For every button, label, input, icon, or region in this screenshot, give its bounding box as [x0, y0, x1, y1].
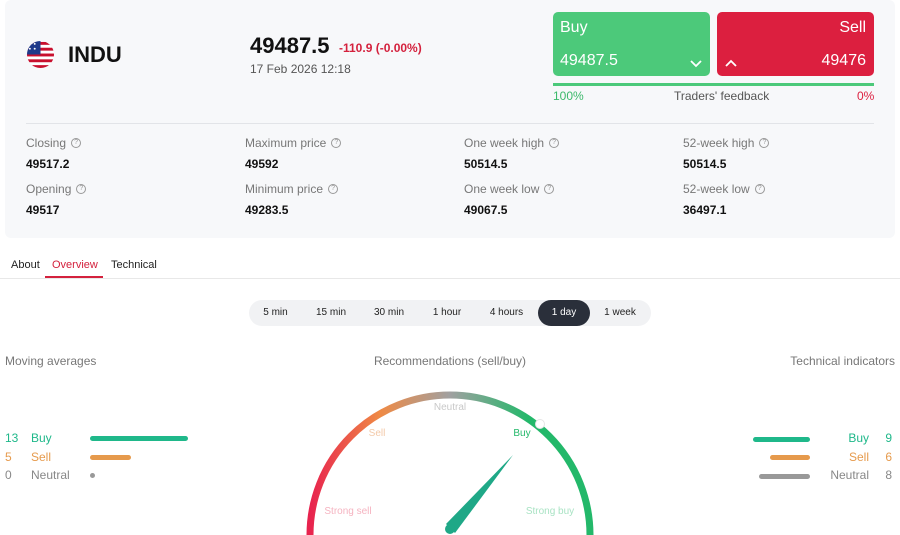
tab-about[interactable]: About [11, 259, 40, 271]
stat-value: 49283.5 [245, 203, 289, 217]
feedback-buy-percent: 100% [553, 89, 584, 103]
ma-sell-bar [90, 454, 131, 460]
gauge-marker [535, 419, 545, 429]
stat-value: 49517 [26, 203, 60, 217]
ti-neutral-bar [759, 474, 810, 479]
stat-label: 52-week low [683, 182, 750, 196]
ti-buy-label: Buy [848, 431, 869, 445]
gauge-label-strong-sell: Strong sell [324, 506, 371, 517]
tab-overview[interactable]: Overview [52, 259, 98, 271]
ticker-symbol: INDU [68, 42, 122, 67]
stat-value: 50514.5 [683, 157, 727, 171]
help-icon[interactable]: ? [328, 184, 339, 194]
help-icon[interactable]: ? [754, 184, 765, 194]
stat-value: 49067.5 [464, 203, 508, 217]
gauge-needle [446, 455, 513, 533]
stat-value: 36497.1 [683, 203, 727, 217]
current-price: 49487.5 [250, 33, 330, 58]
help-icon[interactable]: ? [759, 138, 770, 148]
stat-opening: Opening? 49517 [26, 182, 226, 217]
us-flag-icon [26, 40, 55, 69]
ma-buy-row: 13 Buy [5, 431, 188, 445]
period-4-hours[interactable]: 4 hours [479, 300, 534, 326]
ti-sell-bar [770, 455, 810, 460]
help-icon[interactable]: ? [549, 138, 560, 148]
ti-sell-label: Sell [848, 450, 869, 464]
stat-52-week-low: 52-week low? 36497.1 [683, 182, 883, 217]
stat-maximum-price: Maximum price? 49592 [245, 136, 445, 171]
period-1-day[interactable]: 1 day [538, 300, 590, 326]
tab-technical[interactable]: Technical [111, 259, 157, 271]
sell-button[interactable]: Sell 49476 [717, 12, 874, 76]
price-change: -110.9 (-0.00%) [339, 41, 422, 55]
period-1-week[interactable]: 1 week [595, 300, 645, 326]
recommendation-gauge: Neutral Sell Buy Strong sell Strong buy [306, 391, 594, 535]
help-icon[interactable]: ? [331, 138, 342, 148]
gauge-label-neutral: Neutral [434, 402, 466, 413]
feedback-buy-fill [553, 83, 874, 86]
active-tab-indicator [45, 276, 103, 278]
ma-buy-count: 13 [5, 431, 19, 445]
ma-neutral-count: 0 [5, 468, 12, 482]
ti-buy-bar [753, 437, 810, 442]
ma-sell-count: 5 [5, 450, 12, 464]
stat-label: Closing [26, 136, 67, 150]
help-icon[interactable]: ? [544, 184, 555, 194]
stat-label: 52-week high [683, 136, 755, 150]
gauge-needle-hub [445, 524, 455, 534]
stat-52-week-high: 52-week high? 50514.5 [683, 136, 883, 171]
ti-neutral-count: 8 [885, 468, 892, 482]
stat-one-week-high: One week high? 50514.5 [464, 136, 664, 171]
quote-datetime: 17 Feb 2026 12:18 [250, 62, 351, 76]
ma-neutral-row: 0 Neutral [5, 468, 95, 482]
ma-neutral-label: Neutral [31, 468, 70, 482]
sell-label: Sell [839, 19, 866, 36]
chevron-down-icon [690, 60, 702, 68]
ma-sell-row: 5 Sell [5, 450, 131, 464]
help-icon[interactable]: ? [76, 184, 87, 194]
stat-closing: Closing? 49517.2 [26, 136, 226, 171]
period-1-hour[interactable]: 1 hour [422, 300, 472, 326]
buy-label: Buy [560, 19, 588, 36]
period-30-min[interactable]: 30 min [365, 300, 413, 326]
ma-sell-label: Sell [31, 450, 52, 464]
chevron-up-icon [725, 59, 737, 67]
period-selector: 5 min 15 min 30 min 1 hour 4 hours 1 day… [249, 300, 651, 326]
ma-neutral-bar [90, 472, 95, 478]
stat-value: 49517.2 [26, 157, 70, 171]
buy-button[interactable]: Buy 49487.5 [553, 12, 710, 76]
gauge-label-strong-buy: Strong buy [526, 506, 574, 517]
ti-buy-count: 9 [885, 431, 892, 445]
feedback-sell-percent: 0% [857, 89, 875, 103]
gauge-label-buy: Buy [513, 428, 530, 439]
stat-label: One week high [464, 136, 545, 150]
help-icon[interactable]: ? [71, 138, 82, 148]
recommendations-title: Recommendations (sell/buy) [373, 354, 527, 368]
sell-price: 49476 [821, 52, 867, 69]
ma-buy-bar [90, 435, 188, 441]
ma-buy-label: Buy [31, 431, 52, 445]
stat-label: One week low [464, 182, 540, 196]
traders-feedback-bar [553, 83, 874, 86]
card-divider [26, 123, 874, 124]
stat-label: Opening [26, 182, 72, 196]
technical-indicators-title: Technical indicators [790, 354, 895, 368]
stat-label: Maximum price [245, 136, 327, 150]
stat-label: Minimum price [245, 182, 324, 196]
instrument-card: INDU 49487.5 -110.9 (-0.00%) 17 Feb 2026… [5, 0, 895, 238]
feedback-label: Traders' feedback [674, 89, 770, 103]
ti-neutral-label: Neutral [830, 468, 869, 482]
section-tabs: About Overview Technical [0, 252, 900, 279]
period-15-min[interactable]: 15 min [307, 300, 355, 326]
ti-sell-count: 6 [885, 450, 892, 464]
gauge-label-sell: Sell [369, 428, 386, 439]
stat-minimum-price: Minimum price? 49283.5 [245, 182, 445, 217]
stat-value: 50514.5 [464, 157, 508, 171]
stat-value: 49592 [245, 157, 279, 171]
buy-price: 49487.5 [560, 52, 618, 69]
period-5-min[interactable]: 5 min [253, 300, 298, 326]
stat-one-week-low: One week low? 49067.5 [464, 182, 664, 217]
